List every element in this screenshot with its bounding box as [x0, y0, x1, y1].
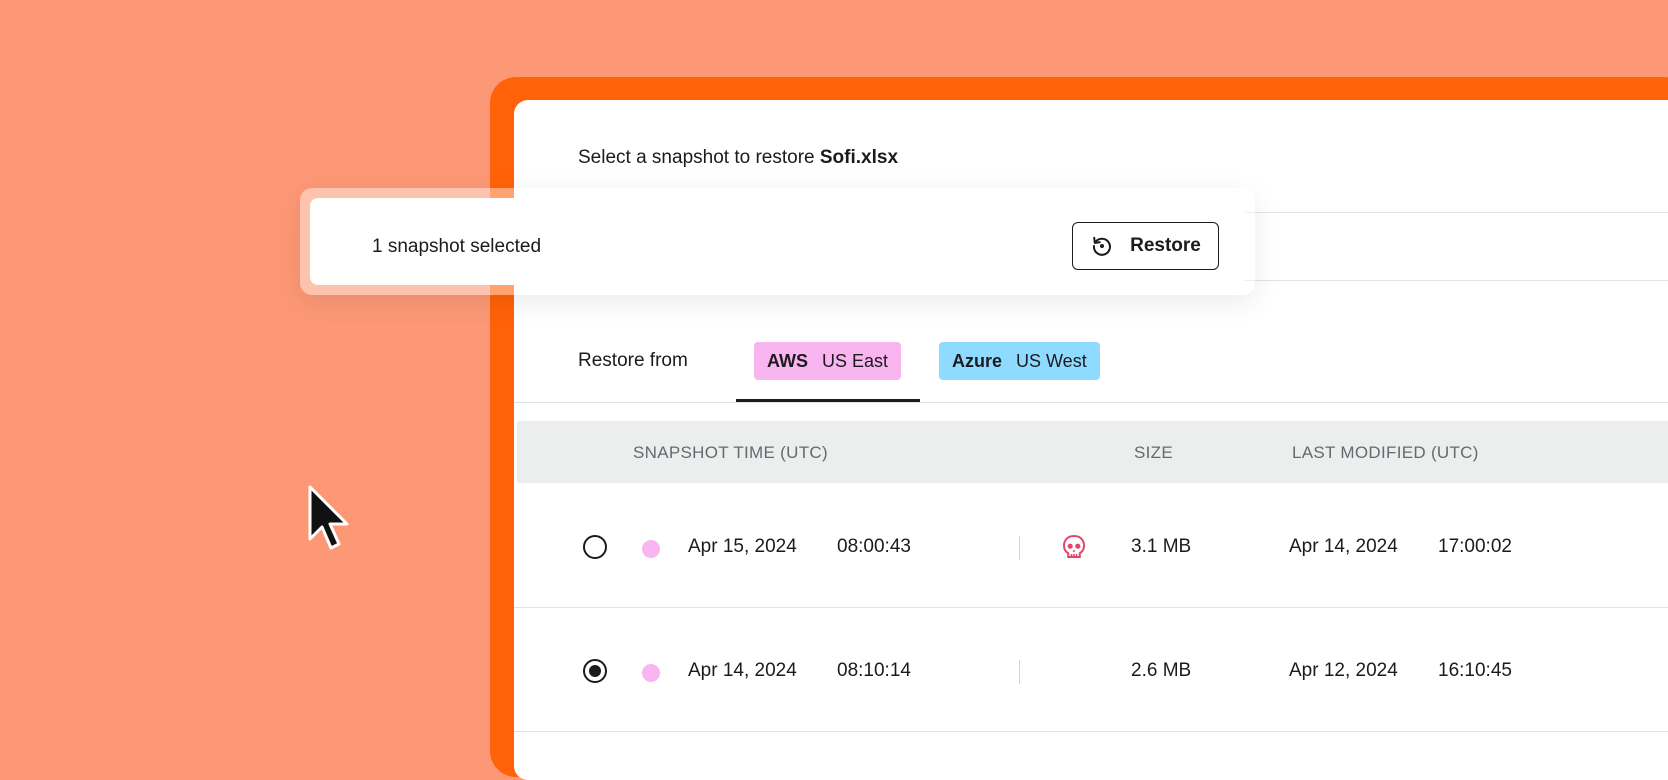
snapshot-time: 08:00:43	[837, 536, 911, 557]
selection-toast-card: 1 snapshot selected Restore	[310, 198, 1245, 285]
mouse-cursor-icon	[308, 485, 349, 550]
separator	[1019, 536, 1020, 560]
file-name: Sofi.xlsx	[819, 147, 899, 168]
column-header-snapshot-time[interactable]: SNAPSHOT TIME (UTC)	[633, 443, 828, 463]
modified-time: 16:10:45	[1438, 660, 1512, 681]
separator	[1019, 660, 1020, 684]
column-header-last-modified[interactable]: LAST MODIFIED (UTC)	[1292, 443, 1479, 463]
region-label: US West	[1016, 350, 1087, 371]
page-title: Select a snapshot to restore Sofi.xlsx	[578, 147, 898, 169]
region-label: US East	[822, 350, 889, 371]
modified-date: Apr 14, 2024	[1289, 536, 1398, 557]
aws-status-dot	[642, 540, 660, 558]
table-row[interactable]: Apr 15, 2024 08:00:43 3.1 MB Apr 14, 202…	[514, 484, 1668, 608]
row-radio[interactable]	[583, 535, 607, 559]
row-radio-selected[interactable]	[583, 659, 607, 683]
restore-from-label: Restore from	[578, 350, 688, 371]
row-divider	[514, 731, 1668, 732]
tab-azure-us-west[interactable]: Azure US West	[939, 342, 1100, 380]
restore-button-label: Restore	[1130, 235, 1201, 256]
snapshot-date: Apr 15, 2024	[688, 536, 797, 557]
divider	[514, 402, 1668, 403]
column-header-size[interactable]: SIZE	[1134, 443, 1173, 463]
snapshot-date: Apr 14, 2024	[688, 660, 797, 681]
snapshot-size: 2.6 MB	[1131, 660, 1192, 681]
title-prefix: Select a snapshot to restore	[578, 147, 815, 168]
restore-button[interactable]: Restore	[1072, 222, 1219, 270]
provider-label: Azure	[952, 350, 1003, 371]
skull-icon	[1062, 534, 1086, 558]
aws-status-dot	[642, 664, 660, 682]
table-row[interactable]: Apr 14, 2024 08:10:14 2.6 MB Apr 12, 202…	[514, 608, 1668, 732]
restore-icon	[1093, 236, 1112, 256]
tab-aws-us-east[interactable]: AWS US East	[754, 342, 902, 380]
modified-time: 17:00:02	[1438, 536, 1512, 557]
table-header: SNAPSHOT TIME (UTC) SIZE LAST MODIFIED (…	[517, 421, 1668, 483]
provider-label: AWS	[767, 350, 809, 371]
snapshot-time: 08:10:14	[837, 660, 911, 681]
selection-toast: 1 snapshot selected Restore	[300, 188, 1255, 295]
selection-count: 1 snapshot selected	[372, 236, 542, 257]
snapshot-size: 3.1 MB	[1131, 536, 1192, 557]
modified-date: Apr 12, 2024	[1289, 660, 1398, 681]
